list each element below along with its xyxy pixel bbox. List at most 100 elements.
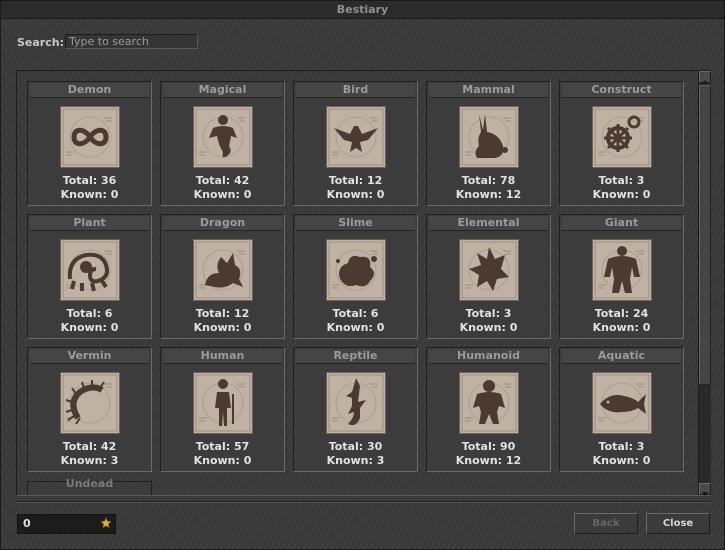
creature-card-image: [192, 105, 254, 169]
arrow-down-icon: [702, 492, 708, 496]
creature-known: Known: 0: [592, 454, 651, 467]
creature-card-title: Mammal: [429, 83, 548, 98]
creature-total: Total: 12: [195, 307, 250, 320]
creature-total: Total: 36: [62, 174, 117, 187]
creature-total: Total: 42: [195, 174, 250, 187]
creature-card-image: [59, 105, 121, 169]
creature-card[interactable]: Mammal Total: 78 Known: 12: [426, 81, 551, 206]
creature-card-title: Bird: [296, 83, 415, 98]
creature-known: Known: 0: [193, 321, 252, 334]
parchment-card: [59, 371, 121, 435]
creature-known: Known: 0: [592, 188, 651, 201]
parchment-card: [325, 105, 387, 169]
creature-card-title: Human: [163, 349, 282, 364]
creature-known: Known: 0: [193, 454, 252, 467]
creature-card[interactable]: Aquatic Total: 3 Known: 0: [559, 347, 684, 472]
creature-total: Total: 30: [328, 440, 383, 453]
creature-card-title: Magical: [163, 83, 282, 98]
creature-total: Total: 78: [461, 174, 516, 187]
creature-card-image: [458, 238, 520, 302]
separator: [15, 501, 711, 503]
bestiary-window: Bestiary Search: Demon Total: 36 Known: …: [0, 0, 725, 550]
creature-card-title: Humanoid: [429, 349, 548, 364]
creature-card-image: [59, 238, 121, 302]
parchment-card: [458, 371, 520, 435]
creature-total: Total: 6: [66, 307, 113, 320]
creature-card[interactable]: Demon Total: 36 Known: 0: [27, 81, 152, 206]
creature-card[interactable]: Magical Total: 42 Known: 0: [160, 81, 285, 206]
creature-card[interactable]: Giant Total: 24 Known: 0: [559, 214, 684, 339]
search-input[interactable]: [65, 34, 198, 49]
creature-card[interactable]: Dragon Total: 12 Known: 0: [160, 214, 285, 339]
creature-grid: Demon Total: 36 Known: 0 Magical Total: …: [16, 70, 711, 496]
creature-total: Total: 6: [332, 307, 379, 320]
creature-total: Total: 57: [195, 440, 250, 453]
creature-card-image: [325, 238, 387, 302]
creature-card-image: [458, 371, 520, 435]
creature-known: Known: 0: [592, 321, 651, 334]
creature-card-title: Vermin: [30, 349, 149, 364]
coin-counter: 0: [17, 514, 116, 534]
creature-total: Total: 3: [465, 307, 512, 320]
creature-card[interactable]: Construct Total: 3 Known: 0: [559, 81, 684, 206]
creature-card[interactable]: Plant Total: 6 Known: 0: [27, 214, 152, 339]
creature-known: Known: 3: [326, 454, 385, 467]
creature-card-image: [458, 105, 520, 169]
scroll-down-button[interactable]: [699, 483, 711, 496]
creature-card-title: Reptile: [296, 349, 415, 364]
creature-card-image: [591, 371, 653, 435]
parchment-card: [325, 371, 387, 435]
creature-known: Known: 12: [455, 188, 522, 201]
creature-total: Total: 12: [328, 174, 383, 187]
parchment-card: [458, 238, 520, 302]
creature-card-image: [325, 371, 387, 435]
parchment-card: [192, 371, 254, 435]
scrollbar[interactable]: [698, 71, 711, 496]
creature-total: Total: 24: [594, 307, 649, 320]
creature-card-title: Plant: [30, 216, 149, 231]
creature-card-title: Giant: [562, 216, 681, 231]
creature-known: Known: 0: [459, 321, 518, 334]
parchment-card: [591, 371, 653, 435]
parchment-card: [192, 105, 254, 169]
parchment-card: [591, 105, 653, 169]
creature-card-image: [591, 105, 653, 169]
creature-card[interactable]: Vermin Total: 42 Known: 3: [27, 347, 152, 472]
parchment-card: [458, 105, 520, 169]
back-button[interactable]: Back: [574, 513, 638, 534]
creature-card[interactable]: Human Total: 57 Known: 0: [160, 347, 285, 472]
creature-known: Known: 0: [326, 321, 385, 334]
creature-total: Total: 90: [461, 440, 516, 453]
creature-card[interactable]: Elemental Total: 3 Known: 0: [426, 214, 551, 339]
creature-known: Known: 0: [193, 188, 252, 201]
creature-card-title: Construct: [562, 83, 681, 98]
scrollbar-thumb[interactable]: [699, 85, 711, 385]
creature-known: Known: 0: [60, 321, 119, 334]
creature-total: Total: 42: [62, 440, 117, 453]
parchment-card: [59, 238, 121, 302]
creature-card[interactable]: Humanoid Total: 90 Known: 12: [426, 347, 551, 472]
creature-card-title: Dragon: [163, 216, 282, 231]
creature-card-title: Demon: [30, 83, 149, 98]
scroll-up-button[interactable]: [699, 71, 711, 84]
creature-total: Total: 3: [598, 174, 645, 187]
creature-card-title: Slime: [296, 216, 415, 231]
parchment-card: [59, 105, 121, 169]
creature-card[interactable]: Bird Total: 12 Known: 0: [293, 81, 418, 206]
search-label: Search:: [17, 36, 64, 49]
creature-card-title: Elemental: [429, 216, 548, 231]
creature-card-title: Undead: [65, 477, 114, 490]
creature-card[interactable]: Reptile Total: 30 Known: 3: [293, 347, 418, 472]
creature-card-image: [192, 371, 254, 435]
creature-known: Known: 3: [60, 454, 119, 467]
window-title: Bestiary: [1, 1, 724, 19]
creature-card[interactable]: Slime Total: 6 Known: 0: [293, 214, 418, 339]
parchment-card: [591, 238, 653, 302]
creature-card-image: [325, 105, 387, 169]
close-button[interactable]: Close: [646, 513, 710, 534]
creature-known: Known: 12: [455, 454, 522, 467]
creature-card-partial[interactable]: Undead: [27, 477, 152, 495]
creature-card-image: [591, 238, 653, 302]
creature-known: Known: 0: [60, 188, 119, 201]
creature-total: Total: 3: [598, 440, 645, 453]
